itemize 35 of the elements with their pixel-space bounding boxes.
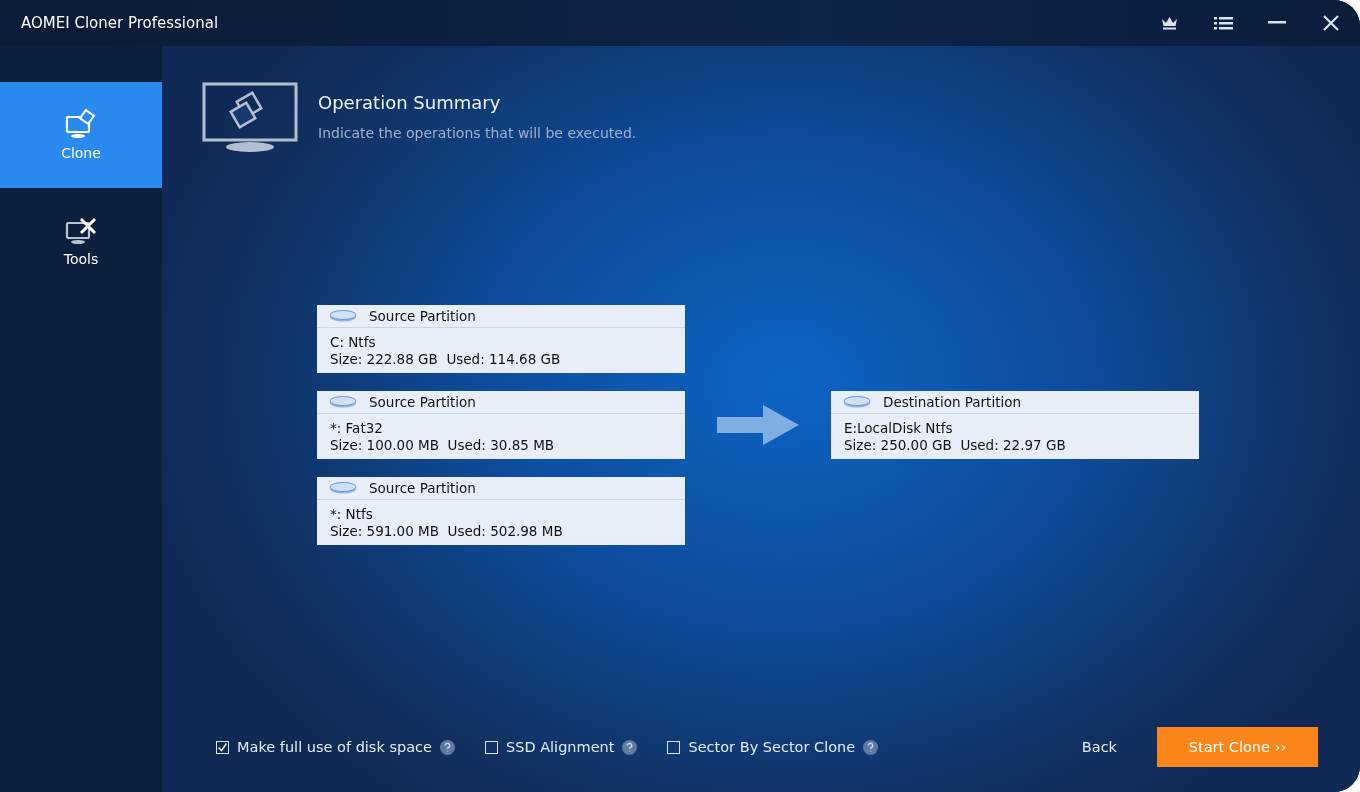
monitor-tools-icon [65,215,97,245]
partition-heading: Source Partition [369,479,476,496]
partition-size: Size: 250.00 GB Used: 22.97 GB [844,436,1067,453]
option-label: SSD Alignment [505,739,615,755]
checkbox[interactable] [484,740,498,754]
partition-name: E:LocalDisk Ntfs [844,419,954,436]
checkbox[interactable] [667,740,681,754]
disk-icon [329,481,357,494]
disk-icon [843,395,871,408]
monitor-icon [202,82,298,152]
window-title: AOMEI Cloner Professional [21,14,220,32]
sidebar-item[interactable]: Tools [0,188,162,294]
summary-subtitle: Indicate the operations that will be executed. [318,125,637,141]
option-label: Make full use of disk space [237,739,432,755]
disk-icon [329,395,357,408]
right-arrow-icon [717,404,799,445]
partition-name: *: Fat32 [330,419,384,436]
help-icon[interactable] [439,739,455,755]
partition-name: C: Ntfs [330,333,377,350]
monitor-clone-icon [65,109,97,139]
sidebar-item[interactable]: Clone [0,82,162,188]
partition-size: Size: 100.00 MB Used: 30.85 MB [330,436,556,453]
back-button[interactable]: Back [1077,735,1121,759]
partition-name: *: Ntfs [330,505,374,522]
option-label: Sector By Sector Clone [688,739,856,755]
checkbox[interactable] [216,740,229,754]
partition-heading: Destination Partition [883,393,1022,410]
summary-title: Operation Summary [318,92,502,113]
help-icon[interactable] [863,739,879,755]
partition-heading: Source Partition [369,393,476,410]
disk-icon [329,309,357,322]
partition-size: Size: 591.00 MB Used: 502.98 MB [330,522,564,539]
partition-heading: Source Partition [369,307,476,324]
help-icon[interactable] [622,739,638,755]
partition-size: Size: 222.88 GB Used: 114.68 GB [330,350,562,367]
